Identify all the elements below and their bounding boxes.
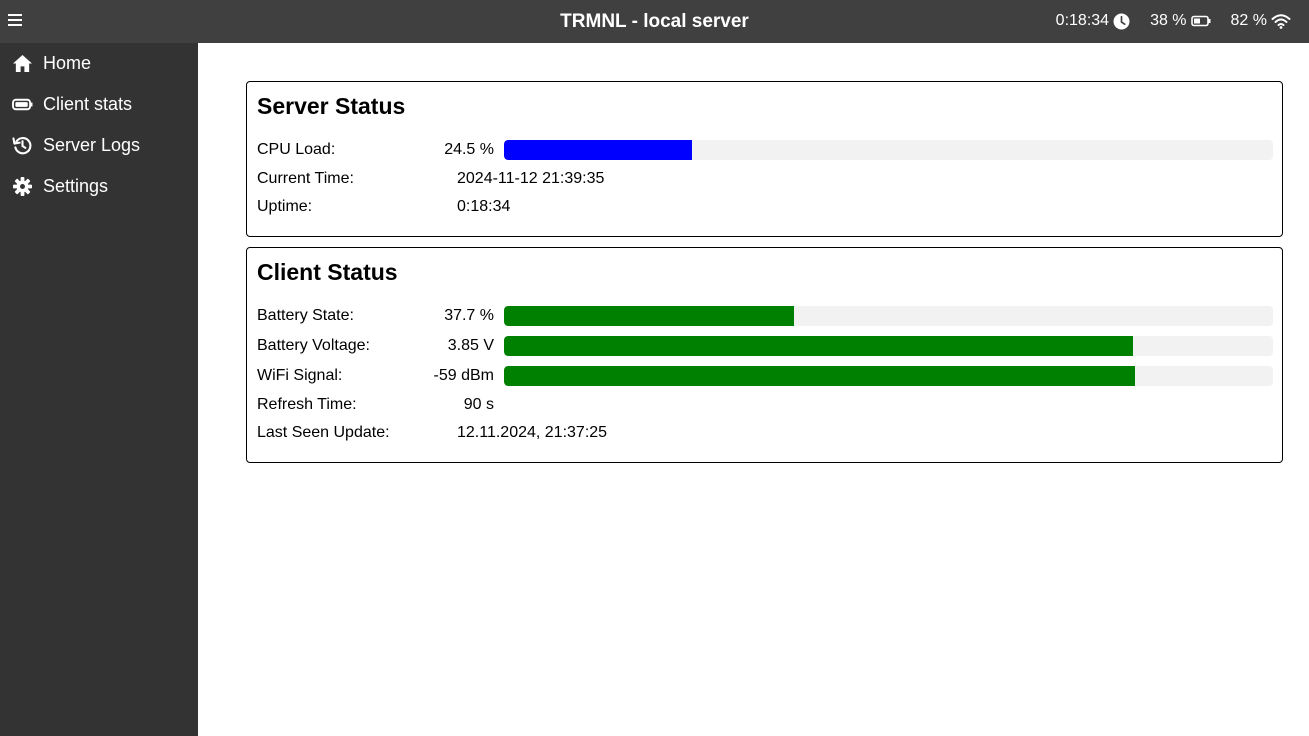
wifi-signal-row: WiFi Signal: -59 dBm	[257, 365, 1273, 387]
sidebar-item-label: Client stats	[43, 94, 133, 114]
current-time-value: 2024-11-12 21:39:35	[457, 170, 605, 187]
sidebar-item-label: Home	[43, 53, 92, 73]
wifi-status: 82 %	[1231, 12, 1291, 30]
battery-voltage-row: Battery Voltage: 3.85 V	[257, 335, 1273, 357]
battery-voltage-bar	[504, 336, 1273, 356]
wifi-signal-value: -59 dBm	[433, 367, 494, 384]
client-status-panel: Client Status Battery State: 37.7 % Batt…	[246, 247, 1283, 463]
battery-state-bar-fill	[504, 306, 794, 326]
wifi-text: 82 %	[1230, 12, 1267, 29]
sidebar-item-home[interactable]: Home	[0, 43, 198, 84]
refresh-time-row: Refresh Time: 90 s	[257, 394, 1273, 416]
client-status-title: Client Status	[257, 259, 398, 285]
battery-state-value: 37.7 %	[444, 307, 494, 324]
cpu-load-row: CPU Load: 24.5 %	[257, 139, 1273, 161]
uptime-status: 0:18:34	[1056, 12, 1130, 30]
battery-state-bar	[504, 306, 1273, 326]
uptime-label: Uptime:	[257, 198, 313, 215]
cpu-load-label: CPU Load:	[257, 141, 336, 158]
server-status-panel: Server Status CPU Load: 24.5 % Current T…	[246, 81, 1283, 237]
server-status-title: Server Status	[257, 93, 406, 119]
sidebar: Home Client stats Server Logs Settings	[0, 43, 198, 736]
home-icon	[13, 54, 32, 73]
current-time-label: Current Time:	[257, 170, 354, 187]
sidebar-item-settings[interactable]: Settings	[0, 166, 198, 207]
cpu-load-bar	[504, 140, 1273, 160]
battery-state-row: Battery State: 37.7 %	[257, 305, 1273, 327]
sidebar-item-client-stats[interactable]: Client stats	[0, 84, 198, 125]
battery-voltage-bar-fill	[504, 336, 1134, 356]
clock-icon	[1113, 13, 1130, 29]
sidebar-item-label: Settings	[43, 176, 109, 196]
uptime-value: 0:18:34	[457, 198, 511, 215]
last-seen-label: Last Seen Update:	[257, 424, 390, 441]
wifi-signal-bar	[504, 366, 1273, 386]
battery-voltage-label: Battery Voltage:	[257, 337, 370, 354]
battery-voltage-value: 3.85 V	[447, 337, 494, 354]
gear-icon	[13, 177, 32, 196]
last-seen-row: Last Seen Update: 12.11.2024, 21:37:25	[257, 422, 1273, 444]
current-time-row: Current Time: 2024-11-12 21:39:35	[257, 168, 1273, 190]
refresh-time-value: 90 s	[463, 396, 494, 413]
wifi-signal-label: WiFi Signal:	[257, 367, 343, 384]
cpu-load-value: 24.5 %	[444, 141, 494, 158]
history-icon	[12, 137, 32, 155]
battery-icon	[12, 98, 33, 111]
battery-status: 38 %	[1150, 12, 1211, 30]
uptime-text: 0:18:34	[1055, 12, 1110, 29]
sidebar-item-label: Server Logs	[43, 135, 141, 155]
wifi-icon	[1271, 14, 1291, 29]
battery-state-label: Battery State:	[257, 307, 354, 324]
battery-text: 38 %	[1150, 12, 1187, 29]
top-bar: TRMNL - local server 0:18:34 38 % 82 %	[0, 0, 1309, 43]
refresh-time-label: Refresh Time:	[257, 396, 357, 413]
sidebar-item-server-logs[interactable]: Server Logs	[0, 125, 198, 166]
uptime-row: Uptime: 0:18:34	[257, 196, 1273, 218]
battery-icon	[1190, 15, 1211, 27]
wifi-signal-bar-fill	[504, 366, 1135, 386]
status-area: 0:18:34 38 % 82 %	[1036, 12, 1291, 30]
cpu-load-bar-fill	[504, 140, 693, 160]
last-seen-value: 12.11.2024, 21:37:25	[457, 424, 608, 441]
